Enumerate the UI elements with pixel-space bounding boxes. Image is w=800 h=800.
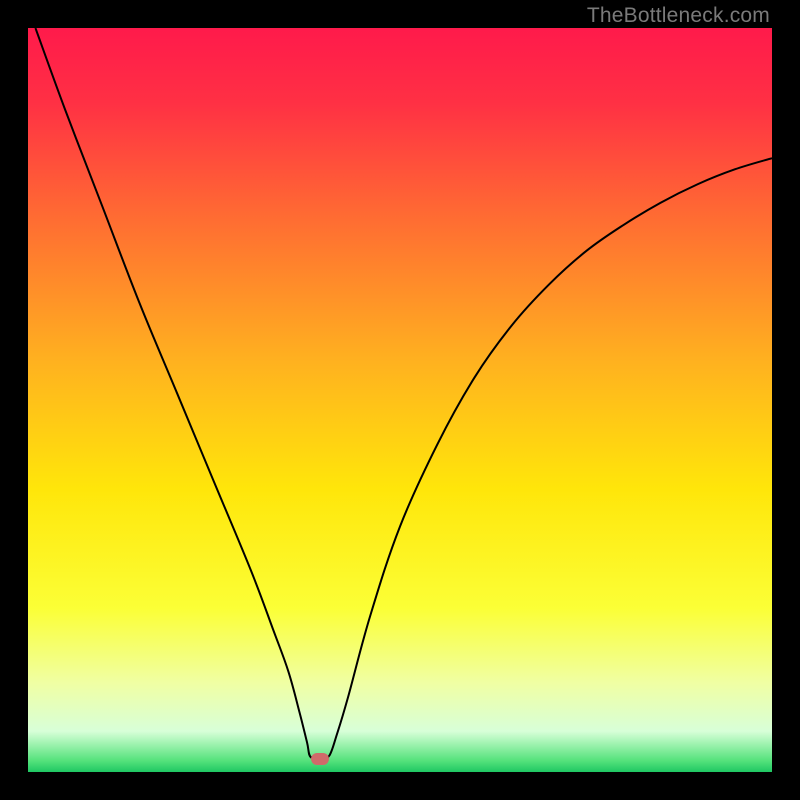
min-marker: [311, 753, 329, 765]
bottleneck-curve-path: [35, 28, 772, 758]
chart-frame: TheBottleneck.com: [0, 0, 800, 800]
curve-svg: [28, 28, 772, 772]
watermark-text: TheBottleneck.com: [587, 4, 770, 28]
plot-area: [28, 28, 772, 772]
